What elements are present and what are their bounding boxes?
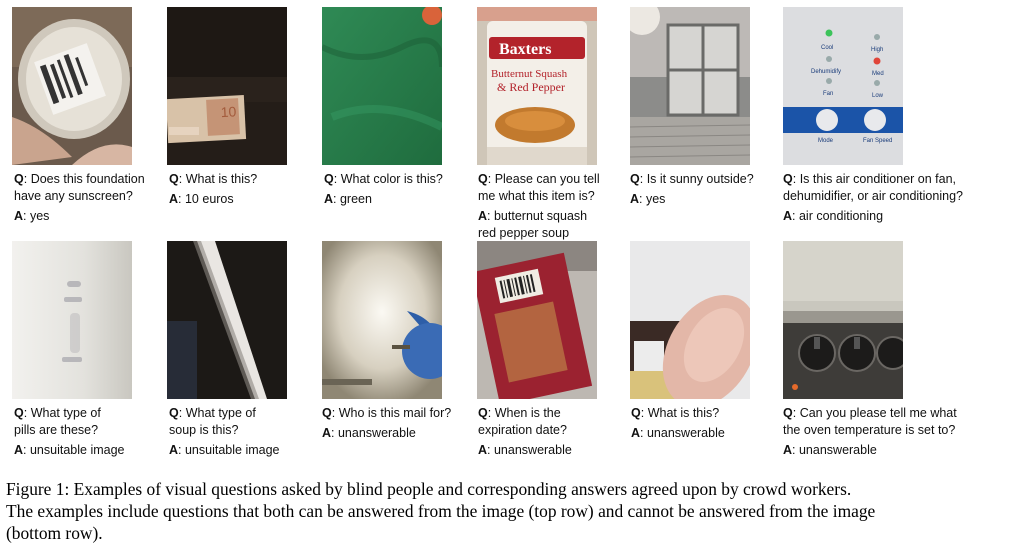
ac-fan-label: Fan (823, 91, 833, 97)
caption-line-3: (bottom row). (6, 523, 103, 543)
answer: A: 10 euros (169, 192, 234, 206)
qa-top-2: Q: What is this? A: 10 euros (169, 171, 319, 208)
answer: A: unanswerable (478, 443, 572, 457)
question: Q: Can you please tell me what the oven t… (783, 406, 957, 437)
food-packet-photo (477, 241, 597, 399)
question: Q: Please can you tell me what this item … (478, 172, 600, 203)
answer: A: yes (14, 209, 50, 223)
soup-label-2: & Red Pepper (497, 80, 565, 94)
dark-soup-photo (167, 241, 287, 399)
question: Q: What type of soup is this? (169, 406, 256, 437)
answer: A: butternut squash red pepper soup (478, 209, 588, 240)
ac-low-label: Low (872, 93, 884, 99)
soup-label-1: Butternut Squash (491, 68, 568, 80)
soup-can-photo: Baxters Butternut Squash & Red Pepper (477, 7, 597, 165)
finger-photo (630, 241, 750, 399)
qa-top-5: Q: Is it sunny outside? A: yes (630, 171, 780, 208)
qa-top-1: Q: Does this foundation have any sunscree… (14, 171, 164, 225)
answer: A: green (324, 192, 372, 206)
euro-note-photo: 10 (167, 7, 287, 165)
caption-line-2: The examples include questions that both… (6, 501, 876, 521)
qa-top-6: Q: Is this air conditioner on fan, dehumi… (783, 171, 998, 225)
question: Q: What is this? (169, 172, 258, 186)
qa-bottom-4: Q: When is the expiration date? A: unansw… (478, 405, 628, 459)
answer: A: unsuitable image (169, 443, 280, 457)
answer: A: yes (630, 192, 666, 206)
oven-photo (783, 241, 903, 399)
qa-top-3: Q: What color is this? A: green (324, 171, 474, 208)
mail-photo (322, 241, 442, 399)
qa-bottom-2: Q: What type of soup is this? A: unsuitab… (169, 405, 319, 459)
question: Q: What is this? (631, 406, 720, 420)
answer: A: unanswerable (783, 443, 877, 457)
question: Q: Does this foundation have any sunscree… (14, 172, 145, 203)
foundation-jar-photo (12, 7, 132, 165)
ac-high-label: High (871, 47, 883, 53)
soup-brand: Baxters (499, 41, 551, 58)
ac-med-label: Med (872, 71, 884, 77)
answer: A: unsuitable image (14, 443, 125, 457)
bill-number: 10 (220, 103, 237, 120)
ac-mode-label: Mode (818, 138, 834, 144)
answer: A: unanswerable (322, 426, 416, 440)
ac-fan-speed-label: Fan Speed (863, 138, 892, 144)
answer: A: air conditioning (783, 209, 884, 223)
question: Q: Who is this mail for? (322, 406, 452, 420)
answer: A: unanswerable (631, 426, 725, 440)
qa-bottom-6: Q: Can you please tell me what the oven t… (783, 405, 998, 459)
question: Q: Is it sunny outside? (630, 172, 754, 186)
green-fabric-photo (322, 7, 442, 165)
air-conditioner-photo: Cool Dehumidify Fan High Med Low Mode Fa… (783, 7, 903, 165)
question: Q: When is the expiration date? (478, 406, 567, 437)
ac-dehumidify-label: Dehumidify (811, 69, 841, 75)
question: Q: What color is this? (324, 172, 443, 186)
caption-line-1: Figure 1: Examples of visual questions a… (6, 479, 852, 499)
qa-bottom-3: Q: Who is this mail for? A: unanswerable (322, 405, 477, 442)
question: Q: Is this air conditioner on fan, dehumi… (783, 172, 963, 203)
window-photo (630, 7, 750, 165)
qa-bottom-1: Q: What type of pills are these? A: unsui… (14, 405, 164, 459)
qa-bottom-5: Q: What is this? A: unanswerable (631, 405, 781, 442)
question: Q: What type of pills are these? (14, 406, 101, 437)
figure-caption: Figure 1: Examples of visual questions a… (6, 478, 1002, 544)
pill-bottle-photo (12, 241, 132, 399)
ac-cool-label: Cool (821, 45, 833, 51)
qa-top-4: Q: Please can you tell me what this item … (478, 171, 628, 242)
